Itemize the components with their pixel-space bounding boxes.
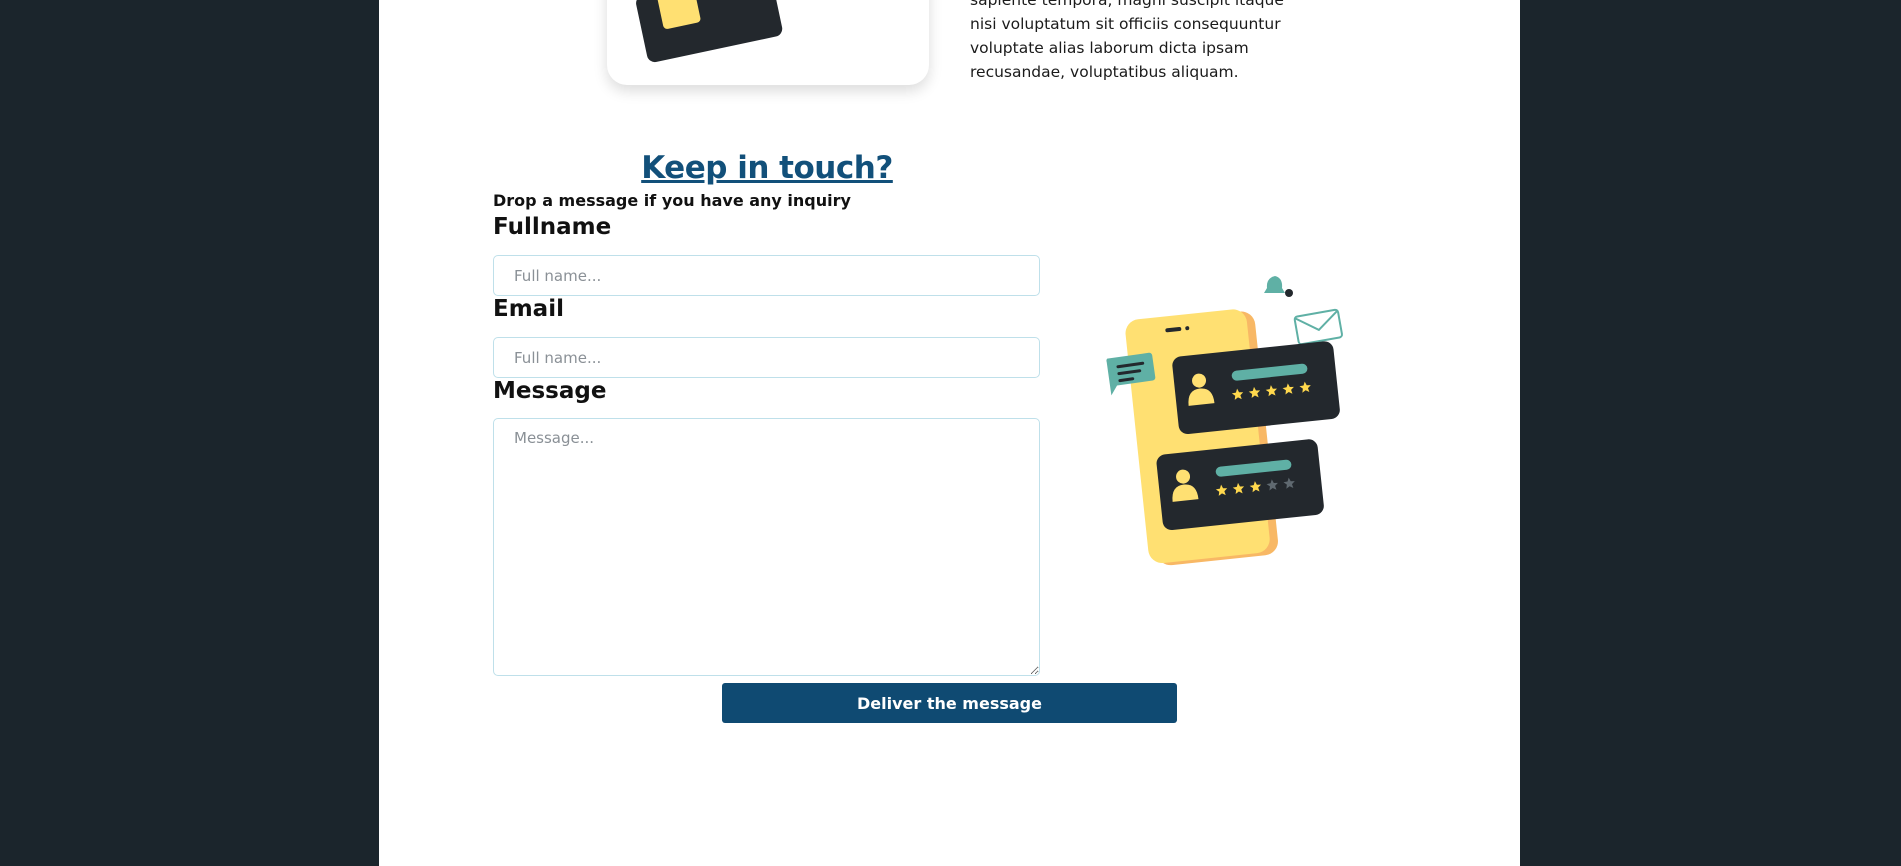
contact-title: Keep in touch? [641, 150, 893, 186]
feature-image-card [607, 0, 929, 85]
message-label: Message [493, 378, 607, 404]
contact-subtitle: Drop a message if you have any inquiry [493, 191, 851, 210]
about-paragraph: sapiente tempora, magni suscipit itaque … [970, 0, 1284, 81]
page-container: sapiente tempora, magni suscipit itaque … [379, 0, 1520, 866]
device-illustration [636, 0, 783, 63]
deliver-message-button[interactable]: Deliver the message [722, 683, 1177, 723]
email-input[interactable] [493, 337, 1040, 378]
fullname-input[interactable] [493, 255, 1040, 296]
email-label: Email [493, 296, 564, 322]
phone-reviews-illustration [1106, 276, 1343, 566]
envelope-icon [1293, 308, 1343, 346]
message-textarea[interactable] [493, 418, 1040, 676]
fullname-label: Fullname [493, 214, 612, 240]
bell-icon [1264, 276, 1293, 297]
phone-shape [1125, 309, 1278, 566]
